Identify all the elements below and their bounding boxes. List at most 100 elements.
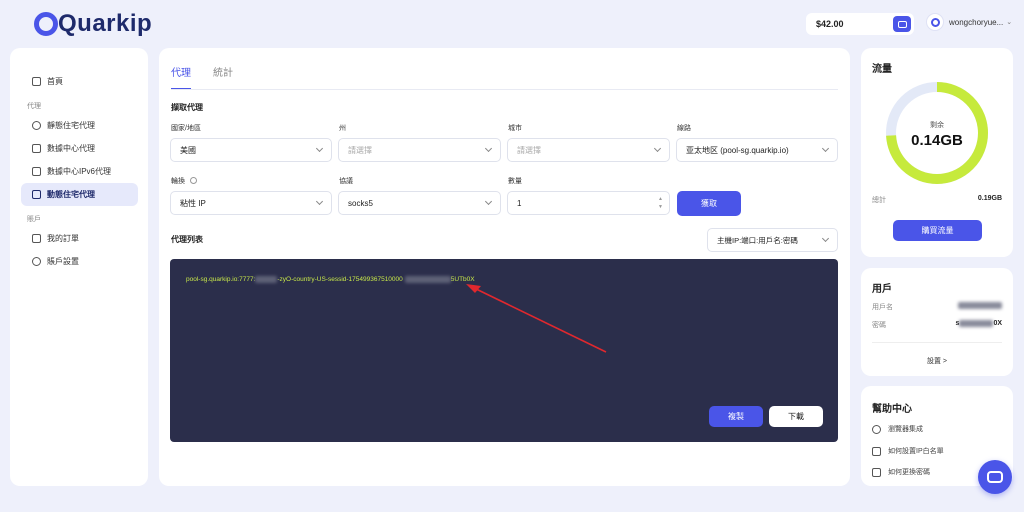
- tab-statistics[interactable]: 統計: [213, 64, 233, 90]
- help-title: 幫助中心: [872, 404, 912, 415]
- state-label: 州: [339, 125, 346, 132]
- database-icon: [32, 190, 41, 199]
- sidebar-item-datacenter-ipv6[interactable]: 數據中心IPv6代理: [21, 160, 138, 183]
- traffic-card: 流量 剩余 0.14GB 總計 0.19GB 購買流量: [861, 48, 1013, 257]
- copy-button[interactable]: 複製: [709, 406, 763, 427]
- sidebar-item-label: 數據中心IPv6代理: [47, 167, 112, 176]
- extract-section-title: 擷取代理: [171, 103, 203, 112]
- chevron-down-icon: [315, 197, 324, 206]
- rotation-select[interactable]: 粘性 IP: [170, 191, 332, 215]
- username-value: [958, 302, 1002, 309]
- sidebar-item-datacenter[interactable]: 數據中心代理: [21, 137, 138, 160]
- sidebar-item-label: 我的訂單: [47, 234, 79, 243]
- brand-logo[interactable]: Quarkip: [34, 10, 152, 38]
- help-item-label: 如何更換密碼: [888, 469, 930, 476]
- sidebar-group-proxy: 代理: [27, 103, 41, 110]
- sidebar-item-account-settings[interactable]: 賬戶設置: [21, 250, 138, 273]
- sidebar-item-static-residential[interactable]: 靜態住宅代理: [21, 114, 138, 137]
- info-icon[interactable]: [189, 177, 197, 184]
- rotation-value: 粘性 IP: [180, 198, 206, 208]
- divider: [872, 342, 1002, 343]
- chevron-down-icon: [484, 197, 493, 206]
- quantity-label: 數量: [508, 178, 522, 185]
- remaining-label: 剩余: [930, 122, 944, 129]
- server-icon: [32, 144, 41, 153]
- total-value: 0.19GB: [977, 195, 1002, 202]
- city-select[interactable]: 請選擇: [507, 138, 670, 162]
- help-item-browser[interactable]: 瀏覽器集成: [872, 424, 923, 434]
- country-value: 美國: [180, 145, 196, 155]
- help-item-password[interactable]: 如何更換密碼: [872, 467, 930, 477]
- format-select[interactable]: 主機IP:端口:用戶名:密碼: [707, 228, 838, 252]
- chat-support-button[interactable]: [978, 460, 1012, 494]
- sidebar-item-orders[interactable]: 我的訂單: [21, 227, 138, 250]
- protocol-value: socks5: [348, 198, 373, 208]
- total-label: 總計: [872, 197, 886, 204]
- download-button[interactable]: 下載: [769, 406, 823, 427]
- tab-divider: [171, 89, 838, 90]
- traffic-title: 流量: [872, 64, 892, 75]
- proxy-output-box[interactable]: pool-sg.quarkip.io:7777: -zyO-country-US-…: [170, 259, 838, 442]
- redacted-username: [958, 302, 1002, 309]
- globe-icon: [872, 424, 881, 434]
- gear-icon: [32, 257, 41, 266]
- proxy-list-title: 代理列表: [171, 235, 203, 244]
- format-value: 主機IP:端口:用戶名:密碼: [717, 235, 798, 245]
- order-icon: [32, 234, 41, 243]
- balance-widget: $42.00: [806, 13, 914, 35]
- password-suffix: 0X: [993, 320, 1002, 327]
- sidebar-item-label: 賬戶設置: [47, 257, 79, 266]
- tab-bar: 代理 統計: [171, 64, 255, 90]
- quantity-stepper[interactable]: 1 ▲ ▼: [507, 191, 670, 215]
- sidebar-item-home[interactable]: 首頁: [21, 70, 138, 93]
- user-card-title: 用戶: [872, 284, 892, 295]
- rotation-label: 輪換: [171, 176, 197, 186]
- sidebar-item-dynamic-residential[interactable]: 動態住宅代理: [21, 183, 138, 206]
- lock-icon: [872, 467, 881, 477]
- tab-proxy[interactable]: 代理: [171, 64, 191, 90]
- chevron-down-icon: [821, 144, 830, 153]
- card-icon: [872, 446, 881, 456]
- balance-amount: $42.00: [816, 19, 844, 29]
- city-value: 請選擇: [517, 145, 541, 155]
- remaining-value: 0.14GB: [911, 132, 963, 149]
- protocol-label: 協議: [339, 178, 353, 185]
- state-value: 請選擇: [348, 145, 372, 155]
- line-label: 線路: [677, 125, 691, 132]
- home-icon: [32, 77, 41, 86]
- username: wongchoryue...: [949, 17, 1004, 27]
- wallet-button[interactable]: [893, 16, 911, 32]
- stepper-arrows-icon[interactable]: ▲ ▼: [658, 195, 663, 211]
- password-value: s 0X: [955, 320, 1002, 327]
- brand-name: Quarkip: [58, 10, 153, 37]
- sidebar-group-account: 賬戶: [27, 216, 41, 223]
- extract-button[interactable]: 獲取: [677, 191, 741, 216]
- username-label: 用戶名: [872, 304, 893, 311]
- chevron-down-icon: ⌄: [1006, 19, 1013, 26]
- chevron-down-icon: [821, 234, 830, 243]
- protocol-select[interactable]: socks5: [338, 191, 501, 215]
- user-card: 用戶 用戶名 密碼 s 0X 設置 >: [861, 268, 1013, 376]
- quantity-value: 1: [517, 198, 522, 208]
- wallet-icon: [897, 20, 907, 28]
- redacted-password: [959, 320, 994, 327]
- rotation-label-text: 輪換: [171, 178, 185, 185]
- password-label: 密碼: [872, 322, 886, 329]
- main-panel: 代理 統計 擷取代理 國家/地區 州 城市 線路 美國 請選擇 請選擇 亚太地区…: [159, 48, 850, 486]
- sidebar: 首頁 代理 靜態住宅代理 數據中心代理 數據中心IPv6代理 動態住宅代理 賬戶…: [10, 48, 148, 486]
- settings-link[interactable]: 設置 >: [861, 356, 1013, 366]
- help-item-label: 如何設置IP白名單: [888, 448, 944, 455]
- logo-mark-icon: [34, 12, 58, 36]
- country-select[interactable]: 美國: [170, 138, 332, 162]
- city-label: 城市: [508, 125, 522, 132]
- avatar-icon: [930, 17, 940, 27]
- buy-traffic-button[interactable]: 購買流量: [893, 220, 982, 241]
- user-menu[interactable]: wongchoryue... ⌄: [926, 13, 1012, 31]
- help-item-whitelist[interactable]: 如何設置IP白名單: [872, 446, 944, 456]
- sidebar-item-label: 靜態住宅代理: [47, 121, 95, 130]
- chat-icon: [987, 471, 1003, 483]
- avatar: [926, 13, 944, 31]
- state-select[interactable]: 請選擇: [338, 138, 501, 162]
- line-value: 亚太地区 (pool-sg.quarkip.io): [686, 145, 789, 155]
- line-select[interactable]: 亚太地区 (pool-sg.quarkip.io): [676, 138, 838, 162]
